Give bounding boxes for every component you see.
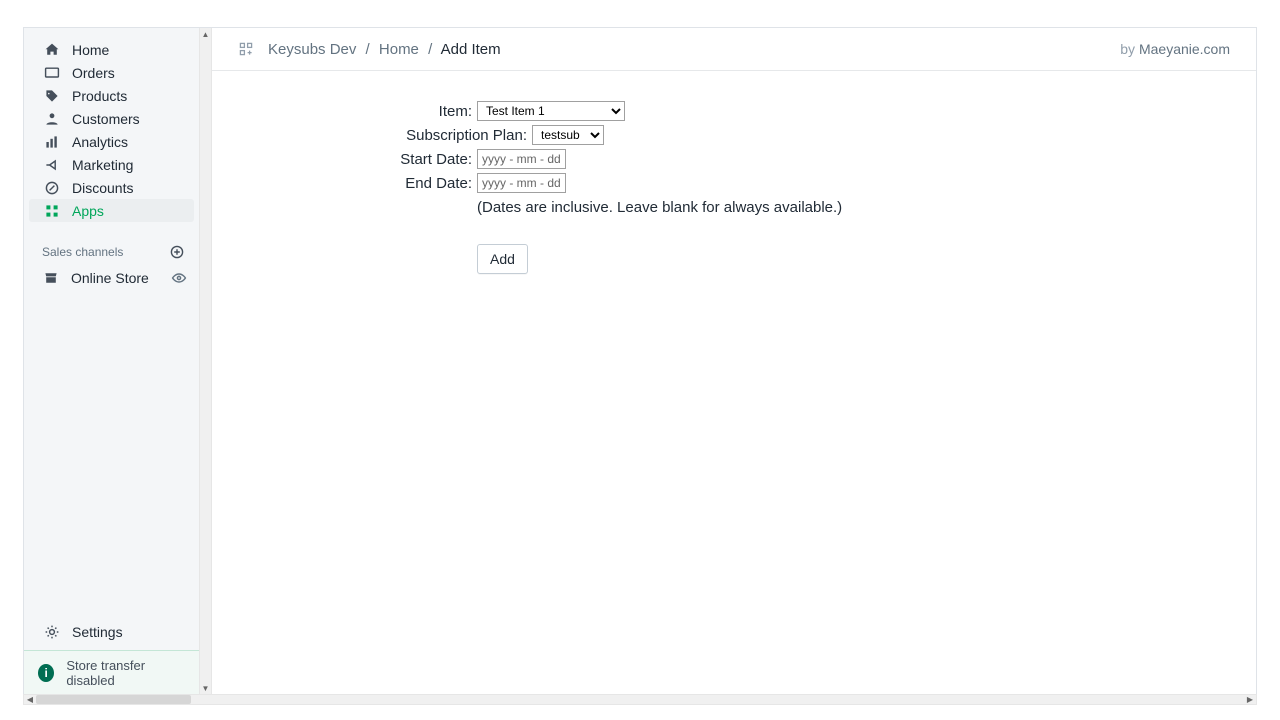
gear-icon xyxy=(43,623,61,641)
products-icon xyxy=(43,87,61,105)
breadcrumb-current: Add Item xyxy=(441,41,501,58)
horizontal-scrollbar[interactable]: ◀ ▶ xyxy=(23,694,1257,705)
scroll-left-icon[interactable]: ◀ xyxy=(24,695,36,704)
breadcrumb-home[interactable]: Home xyxy=(379,41,419,58)
sidebar-item-label: Orders xyxy=(72,65,115,81)
notice-text: Store transfer disabled xyxy=(66,658,185,688)
scroll-right-icon[interactable]: ▶ xyxy=(1244,695,1256,704)
scroll-up-icon[interactable]: ▲ xyxy=(200,28,211,41)
item-label: Item: xyxy=(372,103,472,120)
item-select[interactable]: Test Item 1 xyxy=(477,101,625,121)
add-item-form: Item: Test Item 1 Subscription Plan: tes… xyxy=(372,101,1256,274)
sales-channels-heading: Sales channels xyxy=(42,245,123,259)
orders-icon xyxy=(43,64,61,82)
start-date-input[interactable] xyxy=(477,149,566,169)
sidebar-item-label: Analytics xyxy=(72,134,128,150)
sidebar-item-settings[interactable]: Settings xyxy=(29,620,194,643)
vertical-scrollbar[interactable]: ▲ ▼ xyxy=(199,28,212,695)
sidebar-channel-online-store[interactable]: Online Store xyxy=(24,266,199,289)
sidebar-item-marketing[interactable]: Marketing xyxy=(29,153,194,176)
sidebar-item-customers[interactable]: Customers xyxy=(29,107,194,130)
scroll-thumb[interactable] xyxy=(36,695,191,704)
analytics-icon xyxy=(43,133,61,151)
start-date-label: Start Date: xyxy=(372,151,472,168)
sidebar-item-label: Apps xyxy=(72,203,104,219)
eye-icon[interactable] xyxy=(171,270,187,286)
notice-banner: i Store transfer disabled xyxy=(24,650,199,695)
discounts-icon xyxy=(43,179,61,197)
sidebar-item-analytics[interactable]: Analytics xyxy=(29,130,194,153)
apps-icon xyxy=(43,202,61,220)
channel-label: Online Store xyxy=(71,270,149,286)
sidebar-item-label: Marketing xyxy=(72,157,133,173)
add-button[interactable]: Add xyxy=(477,244,528,274)
sidebar-item-label: Home xyxy=(72,42,109,58)
sidebar: Home Orders Products Customers xyxy=(24,28,199,695)
author-credit: by Maeyanie.com xyxy=(1120,41,1230,57)
author-link[interactable]: Maeyanie.com xyxy=(1139,41,1230,57)
sidebar-item-home[interactable]: Home xyxy=(29,38,194,61)
sidebar-item-label: Products xyxy=(72,88,127,104)
info-icon: i xyxy=(38,664,54,682)
home-icon xyxy=(43,41,61,59)
end-date-label: End Date: xyxy=(372,175,472,192)
sidebar-item-orders[interactable]: Orders xyxy=(29,61,194,84)
sidebar-item-label: Customers xyxy=(72,111,140,127)
add-channel-icon[interactable] xyxy=(169,244,185,260)
plan-select[interactable]: testsub xyxy=(532,125,604,145)
app-icon xyxy=(238,41,254,57)
breadcrumb: Keysubs Dev / Home / Add Item xyxy=(268,41,501,58)
store-icon xyxy=(42,269,60,287)
dates-hint: (Dates are inclusive. Leave blank for al… xyxy=(477,197,1256,216)
settings-label: Settings xyxy=(72,624,123,640)
breadcrumb-app[interactable]: Keysubs Dev xyxy=(268,41,356,58)
sidebar-item-discounts[interactable]: Discounts xyxy=(29,176,194,199)
sidebar-item-label: Discounts xyxy=(72,180,133,196)
end-date-input[interactable] xyxy=(477,173,566,193)
sidebar-item-apps[interactable]: Apps xyxy=(29,199,194,222)
marketing-icon xyxy=(43,156,61,174)
sidebar-item-products[interactable]: Products xyxy=(29,84,194,107)
page-header: Keysubs Dev / Home / Add Item by Maeyani… xyxy=(212,28,1256,71)
customers-icon xyxy=(43,110,61,128)
plan-label: Subscription Plan: xyxy=(372,127,527,144)
